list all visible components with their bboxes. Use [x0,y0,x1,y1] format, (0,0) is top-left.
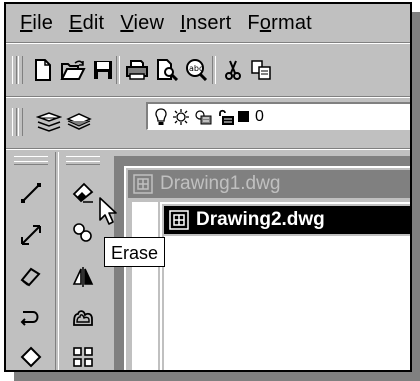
sun-freeze-icon[interactable] [173,108,189,125]
print-icon[interactable] [124,57,150,83]
copy-object-icon[interactable] [68,218,98,248]
save-icon[interactable] [90,57,116,83]
layer-control-dropdown[interactable]: 0 [146,102,410,130]
document-title-bar-active[interactable]: Drawing2.dwg [164,206,410,234]
layers-icon[interactable] [36,109,62,135]
toolbar-grip[interactable] [12,56,17,84]
line-icon[interactable] [16,178,46,208]
drawing-canvas[interactable] [132,202,158,370]
draw-toolbar [8,152,54,370]
mirror-icon[interactable] [68,262,98,292]
menu-format[interactable]: Format [247,12,312,35]
new-icon[interactable] [30,57,56,83]
window-title: Drawing2.dwg [196,209,325,230]
svg-text:abc: abc [189,64,203,73]
current-layer-name: 0 [255,107,264,125]
toolbar-grip[interactable] [66,161,100,165]
lock-icon[interactable] [217,108,235,126]
menu-file[interactable]: File [20,12,53,35]
standard-toolbar: abc [6,44,410,96]
application-window: File Edit View Insert Format abc 0 Drawi… [4,2,412,372]
document-window-drawing1[interactable]: Drawing1.dwg Drawing2.dwg [124,166,410,370]
toolbar-grip[interactable] [18,108,23,136]
menu-bar: File Edit View Insert Format [6,4,410,42]
color-swatch-icon [238,111,249,122]
erase-tooltip: Erase [104,237,166,267]
drawing-document-icon[interactable] [168,209,190,231]
array-icon[interactable] [68,342,98,370]
offset-icon[interactable] [68,302,98,332]
mouse-pointer-icon [99,197,117,225]
polygon-icon[interactable] [16,342,46,370]
lightbulb-icon[interactable] [154,107,168,126]
drawing-canvas[interactable] [164,236,410,370]
toolbar-grip[interactable] [12,108,17,136]
arc-icon[interactable] [16,302,46,332]
print-preview-icon[interactable] [154,57,180,83]
modify-toolbar [60,152,106,370]
object-properties-toolbar: 0 [6,98,410,148]
toolbar-row-separator [6,148,410,150]
toolbar-separator [212,56,216,84]
menu-view[interactable]: View [120,12,164,35]
toolbar-grip[interactable] [18,56,23,84]
toolbar-separator [55,152,59,370]
spelling-icon[interactable]: abc [184,57,210,83]
document-window-drawing2[interactable]: Drawing2.dwg [160,202,410,370]
document-title-bar-inactive[interactable]: Drawing1.dwg [128,170,410,198]
freeze-viewport-icon[interactable] [194,109,212,125]
menu-insert[interactable]: Insert [180,12,231,35]
toolbar-grip[interactable] [14,161,48,165]
construction-line-icon[interactable] [16,220,46,250]
open-icon[interactable] [60,57,86,83]
drawing-document-icon[interactable] [132,173,154,195]
window-title: Drawing1.dwg [160,173,281,194]
copy-icon[interactable] [248,57,274,83]
cut-icon[interactable] [220,57,246,83]
polyline-icon[interactable] [16,262,46,292]
erase-icon[interactable] [68,178,98,208]
menu-edit[interactable]: Edit [69,12,104,35]
toolbar-separator [116,56,120,84]
make-layer-current-icon[interactable] [66,109,92,135]
